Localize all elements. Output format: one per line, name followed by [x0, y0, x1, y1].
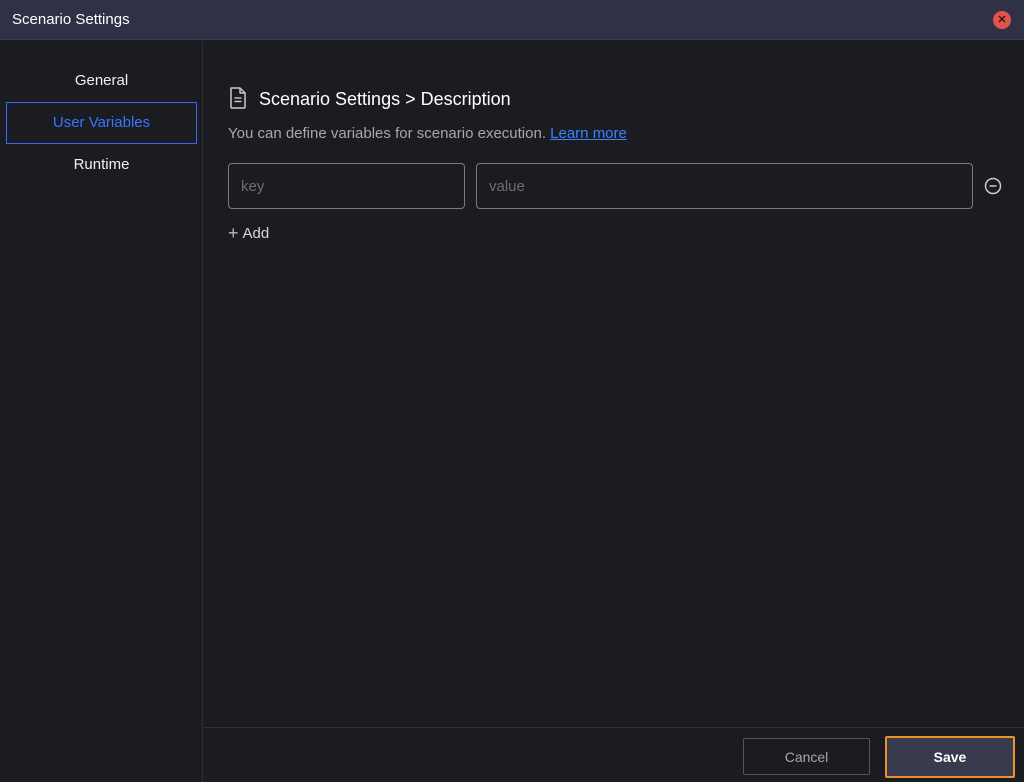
window-title: Scenario Settings [12, 11, 130, 28]
variable-key-input[interactable] [228, 163, 465, 209]
window-titlebar: Scenario Settings ✕ [0, 0, 1024, 40]
description-text: You can define variables for scenario ex… [228, 125, 627, 142]
sidebar-item-runtime[interactable]: Runtime [6, 144, 197, 186]
sidebar: General User Variables Runtime [0, 41, 203, 782]
learn-more-link[interactable]: Learn more [550, 125, 627, 142]
close-icon[interactable]: ✕ [993, 11, 1011, 29]
page-title: Scenario Settings > Description [259, 89, 511, 109]
main-content: Scenario Settings > Description You can … [204, 41, 1024, 727]
dialog-footer: Cancel Save [204, 727, 1024, 782]
sidebar-item-general[interactable]: General [6, 60, 197, 102]
add-variable-label: Add [242, 225, 270, 242]
document-icon [230, 87, 246, 109]
variable-value-input[interactable] [476, 163, 973, 209]
remove-variable-icon[interactable] [984, 177, 1002, 195]
sidebar-item-user-variables[interactable]: User Variables [6, 102, 197, 144]
plus-icon: + [228, 223, 239, 243]
cancel-button[interactable]: Cancel [743, 738, 870, 775]
save-button[interactable]: Save [885, 736, 1015, 778]
description-label: You can define variables for scenario ex… [228, 125, 546, 142]
add-variable-button[interactable]: + Add [228, 223, 269, 244]
